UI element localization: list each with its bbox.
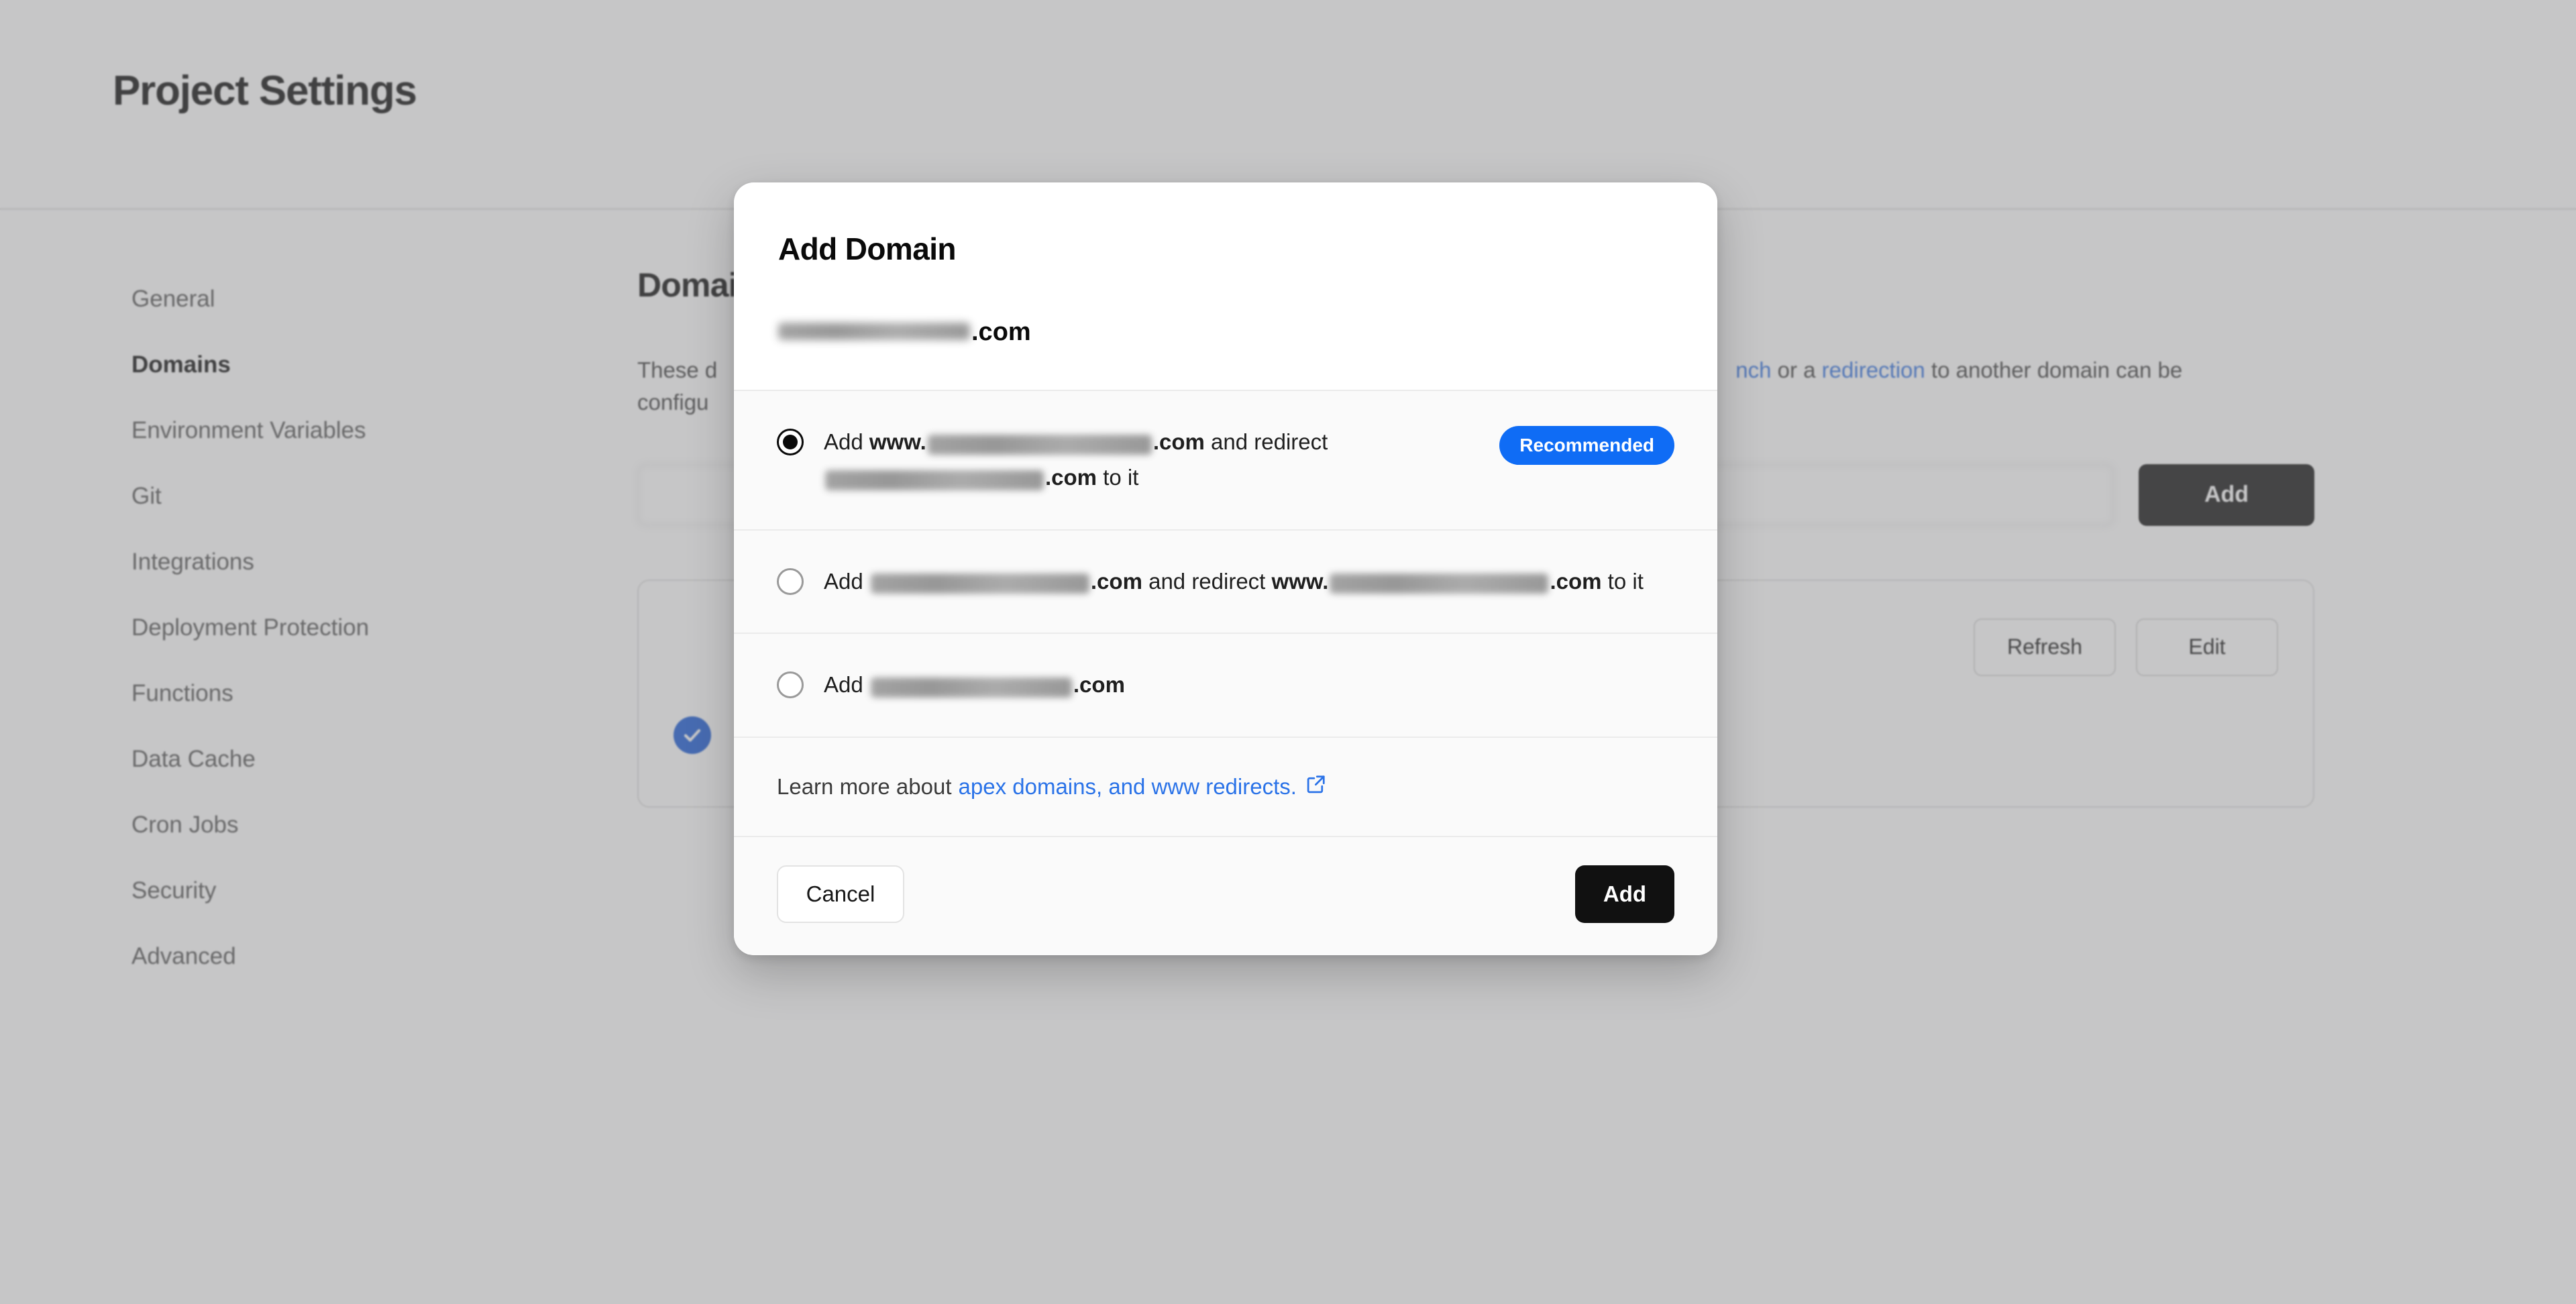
option-apex-redirect-www-label: Add .com and redirect www. .com to it bbox=[824, 564, 1674, 600]
option1-prefix: Add bbox=[824, 429, 869, 454]
cancel-button[interactable]: Cancel bbox=[777, 865, 904, 924]
option-www-redirect-apex-label: Add www. .com and redirect .com to it bbox=[824, 425, 1479, 496]
radio-www-redirect-apex[interactable] bbox=[777, 429, 804, 455]
learn-more-row: Learn more about apex domains, and www r… bbox=[734, 737, 1717, 836]
learn-more-link-text: apex domains, and www redirects. bbox=[958, 774, 1297, 800]
option2-prefix: Add bbox=[824, 568, 869, 594]
option-apex-only[interactable]: Add .com bbox=[734, 633, 1717, 737]
radio-apex-only[interactable] bbox=[777, 671, 804, 699]
redacted-domain bbox=[870, 574, 1089, 594]
option2-suffix1: .com bbox=[1090, 568, 1142, 594]
option1-middle: and redirect bbox=[1204, 429, 1328, 454]
redacted-domain bbox=[927, 434, 1152, 455]
modal-header: Add Domain .com bbox=[734, 182, 1717, 390]
add-domain-modal: Add Domain .com Add www. .com and redirec… bbox=[734, 182, 1717, 956]
option-apex-only-label: Add .com bbox=[824, 667, 1674, 703]
option-www-redirect-apex[interactable]: Add www. .com and redirect .com to it Rec… bbox=[734, 390, 1717, 529]
redacted-domain bbox=[825, 470, 1044, 490]
redacted-domain bbox=[1330, 574, 1549, 594]
modal-domain-suffix: .com bbox=[971, 318, 1031, 346]
option1-tail: to it bbox=[1097, 464, 1139, 490]
option1-suffix2: .com bbox=[1045, 464, 1097, 490]
modal-add-button[interactable]: Add bbox=[1575, 865, 1674, 924]
redacted-domain bbox=[870, 677, 1072, 698]
learn-more-link[interactable]: apex domains, and www redirects. bbox=[959, 774, 1326, 800]
external-link-icon bbox=[1306, 774, 1326, 800]
option2-suffix2: .com bbox=[1550, 568, 1602, 594]
modal-domain-display: .com bbox=[778, 318, 1673, 347]
option2-tail: to it bbox=[1601, 568, 1644, 594]
option1-suffix1: .com bbox=[1152, 429, 1205, 454]
radio-apex-redirect-www[interactable] bbox=[777, 567, 804, 595]
option2-middle: and redirect bbox=[1142, 568, 1272, 594]
learn-more-text: Learn more about bbox=[777, 774, 952, 800]
option3-suffix1: .com bbox=[1073, 672, 1125, 698]
app-root: Project Settings General Domains Environ… bbox=[0, 0, 2576, 1304]
option2-www: www. bbox=[1271, 568, 1329, 594]
option1-www: www. bbox=[869, 429, 926, 454]
option-apex-redirect-www[interactable]: Add .com and redirect www. .com to it bbox=[734, 529, 1717, 633]
recommended-badge: Recommended bbox=[1499, 426, 1674, 465]
option3-prefix: Add bbox=[824, 672, 869, 698]
modal-title: Add Domain bbox=[778, 231, 956, 266]
modal-footer: Cancel Add bbox=[734, 836, 1717, 956]
redacted-domain bbox=[778, 323, 970, 340]
